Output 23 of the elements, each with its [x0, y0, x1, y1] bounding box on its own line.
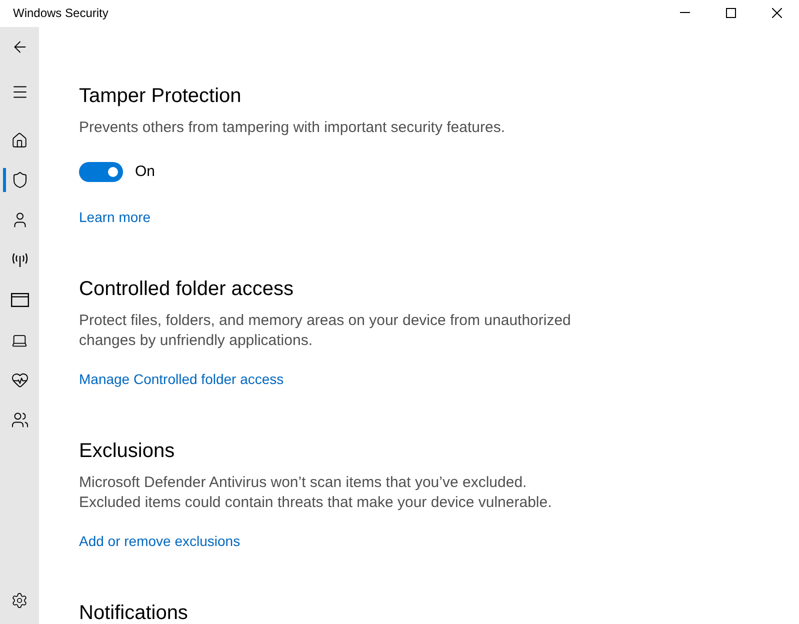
antenna-icon [10, 252, 28, 268]
close-icon [772, 8, 782, 18]
section-heading: Exclusions [79, 440, 175, 462]
settings-icon [11, 592, 28, 608]
section-description: Prevents others from tampering with important security features. [79, 118, 506, 138]
section-heading: Tamper Protection [79, 85, 242, 107]
people-icon [10, 411, 28, 429]
home-icon [11, 132, 28, 148]
section-description: Microsoft Defender Antivirus won’t scan items that you’ve excluded. Excluded items could contain threats that make your device vulnerable. [79, 473, 552, 513]
heart-pulse-icon [10, 371, 28, 389]
window-title: Windows Security [13, 5, 108, 21]
link[interactable]: Manage Controlled folder access [79, 369, 284, 389]
shield-icon [10, 171, 28, 189]
section-heading: Notifications [79, 602, 188, 624]
section-heading: Controlled folder access [79, 278, 294, 300]
toggle-label: On [135, 162, 156, 182]
link[interactable]: Learn more [79, 207, 151, 227]
toggle-switch[interactable] [79, 162, 123, 182]
section-description: Protect files, folders, and memory areas on your device from unauthorized changes by unfriendly applications. [79, 311, 571, 351]
browser-window-icon [10, 293, 28, 307]
minimize-icon [680, 12, 690, 13]
maximize-icon [726, 8, 736, 18]
link[interactable]: Add or remove exclusions [79, 531, 240, 551]
